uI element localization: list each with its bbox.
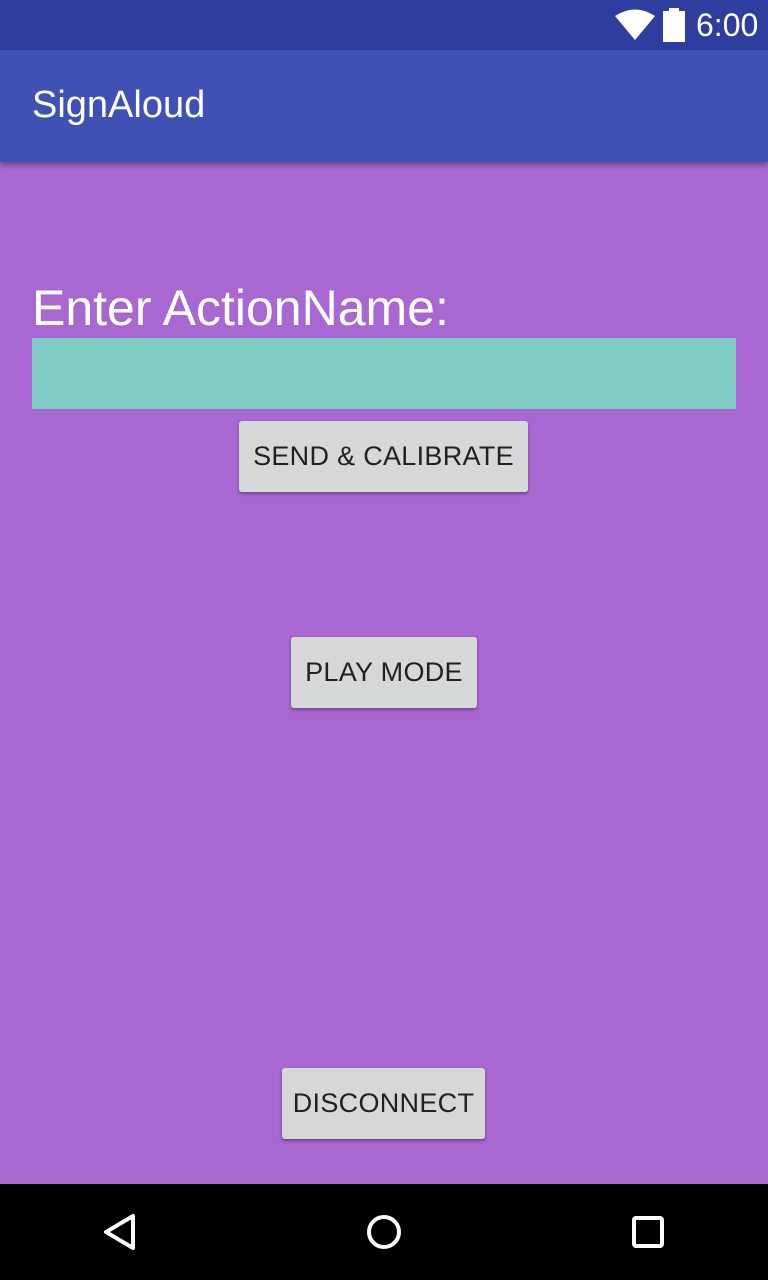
back-button[interactable]	[92, 1204, 148, 1260]
home-icon	[367, 1215, 401, 1249]
recents-button[interactable]	[620, 1204, 676, 1260]
wifi-icon	[615, 9, 655, 40]
back-icon	[104, 1214, 135, 1250]
action-name-label: Enter ActionName:	[32, 280, 449, 336]
home-button[interactable]	[356, 1204, 412, 1260]
battery-icon	[663, 8, 685, 42]
send-calibrate-button[interactable]: SEND & CALIBRATE	[239, 421, 528, 492]
app-title: SignAloud	[32, 84, 206, 126]
app-bar: SignAloud	[0, 50, 768, 162]
navigation-bar	[0, 1184, 768, 1280]
status-time: 6:00	[696, 7, 759, 43]
disconnect-button[interactable]: DISCONNECT	[282, 1068, 485, 1139]
recents-icon	[632, 1216, 664, 1248]
status-bar: 6:00	[0, 0, 768, 50]
screen: 6:00 SignAloud Enter ActionName: SEND & …	[0, 0, 768, 1280]
play-mode-button[interactable]: PLAY MODE	[291, 637, 477, 708]
action-name-input[interactable]	[32, 338, 736, 409]
